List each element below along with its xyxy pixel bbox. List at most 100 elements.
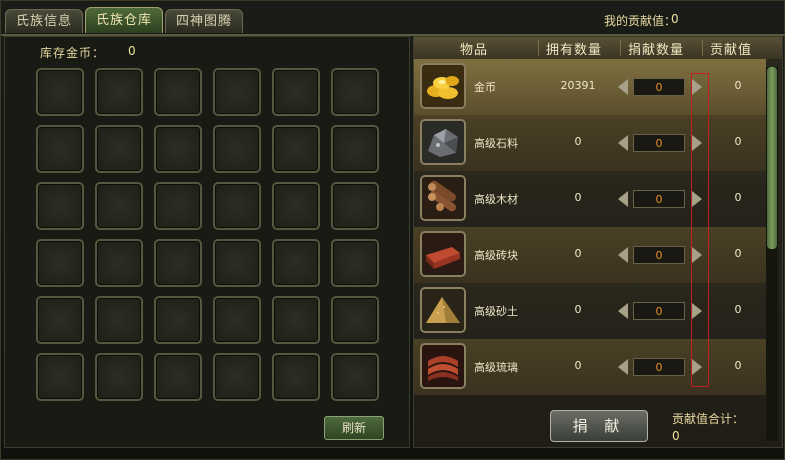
item-owned-count: 0	[574, 191, 582, 204]
decrease-arrow-icon[interactable]	[618, 247, 628, 263]
item-contribution-value: 0	[734, 303, 742, 316]
donate-qty-input[interactable]: 0	[633, 134, 685, 152]
item-name: 高级木材	[474, 193, 518, 206]
item-contribution-value: 0	[734, 359, 742, 372]
warehouse-slot[interactable]	[154, 239, 202, 287]
tab-bar: 氏族信息 氏族仓库 四神图腾	[5, 7, 244, 35]
warehouse-slot[interactable]	[154, 182, 202, 230]
donation-row[interactable]: 高级砖块 0 0 0	[414, 227, 766, 283]
donate-qty-input[interactable]: 0	[633, 358, 685, 376]
item-name: 高级石料	[474, 137, 518, 150]
warehouse-slot[interactable]	[331, 239, 379, 287]
item-contribution-value: 0	[734, 191, 742, 204]
item-contribution-value: 0	[734, 79, 742, 92]
warehouse-slot[interactable]	[36, 239, 84, 287]
increase-arrow-icon[interactable]	[692, 247, 702, 263]
warehouse-slot[interactable]	[36, 125, 84, 173]
warehouse-slot[interactable]	[213, 68, 261, 116]
donation-row[interactable]: 高级木材 0 0 0	[414, 171, 766, 227]
warehouse-slot[interactable]	[95, 239, 143, 287]
item-contribution-value: 0	[734, 135, 742, 148]
scrollbar-thumb[interactable]	[767, 67, 777, 249]
warehouse-slot[interactable]	[213, 353, 261, 401]
donation-table-header: 物品 拥有数量 捐献数量 贡献值	[414, 37, 782, 59]
warehouse-slot[interactable]	[154, 296, 202, 344]
warehouse-slot[interactable]	[331, 68, 379, 116]
donate-qty-input[interactable]: 0	[633, 246, 685, 264]
my-contribution-value: 0	[671, 12, 679, 26]
warehouse-panel: 库存金币： 0 刷新	[4, 36, 410, 448]
donate-qty-input[interactable]: 0	[633, 190, 685, 208]
stored-gold-value: 0	[128, 44, 136, 58]
warehouse-slot[interactable]	[272, 68, 320, 116]
donation-row[interactable]: 高级琉璃 0 0 0	[414, 339, 766, 395]
warehouse-slot[interactable]	[95, 296, 143, 344]
warehouse-slot[interactable]	[154, 353, 202, 401]
item-name: 高级砂土	[474, 305, 518, 318]
decrease-arrow-icon[interactable]	[618, 135, 628, 151]
increase-arrow-icon[interactable]	[692, 191, 702, 207]
tab-clan-warehouse[interactable]: 氏族仓库	[85, 7, 164, 33]
donation-row[interactable]: 高级砂土 0 0 0	[414, 283, 766, 339]
total-contribution-label: 贡献值合计：	[672, 412, 745, 426]
decrease-arrow-icon[interactable]	[618, 79, 628, 95]
header-divider	[702, 40, 703, 56]
stored-gold-label: 库存金币：	[40, 46, 106, 60]
refresh-button[interactable]: 刷新	[324, 416, 384, 440]
item-name: 高级砖块	[474, 249, 518, 262]
decrease-arrow-icon[interactable]	[618, 303, 628, 319]
donate-qty-input[interactable]: 0	[633, 302, 685, 320]
my-contribution-label: 我的贡献值：	[603, 14, 676, 28]
donate-qty-input[interactable]: 0	[633, 78, 685, 96]
warehouse-slot[interactable]	[272, 125, 320, 173]
stone-icon	[420, 119, 466, 165]
warehouse-slot[interactable]	[36, 182, 84, 230]
decrease-arrow-icon[interactable]	[618, 359, 628, 375]
sand-pile-icon	[420, 287, 466, 333]
warehouse-slot[interactable]	[213, 125, 261, 173]
warehouse-slot[interactable]	[95, 182, 143, 230]
col-donate-qty: 捐献数量	[628, 43, 685, 58]
warehouse-slot[interactable]	[95, 68, 143, 116]
increase-arrow-icon[interactable]	[692, 135, 702, 151]
donation-row[interactable]: 金币 20391 0 0	[414, 59, 766, 115]
decrease-arrow-icon[interactable]	[618, 191, 628, 207]
tab-clan-info[interactable]: 氏族信息	[5, 9, 84, 33]
header-divider	[620, 40, 621, 56]
warehouse-slot[interactable]	[272, 353, 320, 401]
donation-row[interactable]: 高级石料 0 0 0	[414, 115, 766, 171]
warehouse-slot[interactable]	[154, 68, 202, 116]
scrollbar[interactable]	[766, 67, 778, 441]
header-divider	[538, 40, 539, 56]
warehouse-slot[interactable]	[36, 296, 84, 344]
warehouse-slot[interactable]	[95, 125, 143, 173]
warehouse-slot[interactable]	[213, 182, 261, 230]
col-contribution: 贡献值	[710, 43, 753, 58]
warehouse-slot[interactable]	[154, 125, 202, 173]
warehouse-slot[interactable]	[213, 296, 261, 344]
item-owned-count: 0	[574, 303, 582, 316]
warehouse-slot[interactable]	[331, 182, 379, 230]
increase-arrow-icon[interactable]	[692, 303, 702, 319]
warehouse-slot[interactable]	[331, 296, 379, 344]
warehouse-slot[interactable]	[95, 353, 143, 401]
increase-arrow-icon[interactable]	[692, 79, 702, 95]
tab-four-gods-totem[interactable]: 四神图腾	[165, 9, 244, 33]
warehouse-slot[interactable]	[331, 353, 379, 401]
item-name: 高级琉璃	[474, 361, 518, 374]
warehouse-slot[interactable]	[36, 68, 84, 116]
total-contribution-value: 0	[672, 429, 680, 443]
item-contribution-value: 0	[734, 247, 742, 260]
warehouse-slot[interactable]	[272, 182, 320, 230]
warehouse-slot[interactable]	[272, 239, 320, 287]
warehouse-slot[interactable]	[331, 125, 379, 173]
increase-arrow-icon[interactable]	[692, 359, 702, 375]
item-name: 金币	[474, 81, 496, 94]
warehouse-slot[interactable]	[213, 239, 261, 287]
item-owned-count: 20391	[560, 79, 596, 92]
item-owned-count: 0	[574, 359, 582, 372]
warehouse-slot[interactable]	[36, 353, 84, 401]
donate-button[interactable]: 捐 献	[550, 410, 648, 442]
warehouse-slot[interactable]	[272, 296, 320, 344]
glazed-tile-icon	[420, 343, 466, 389]
